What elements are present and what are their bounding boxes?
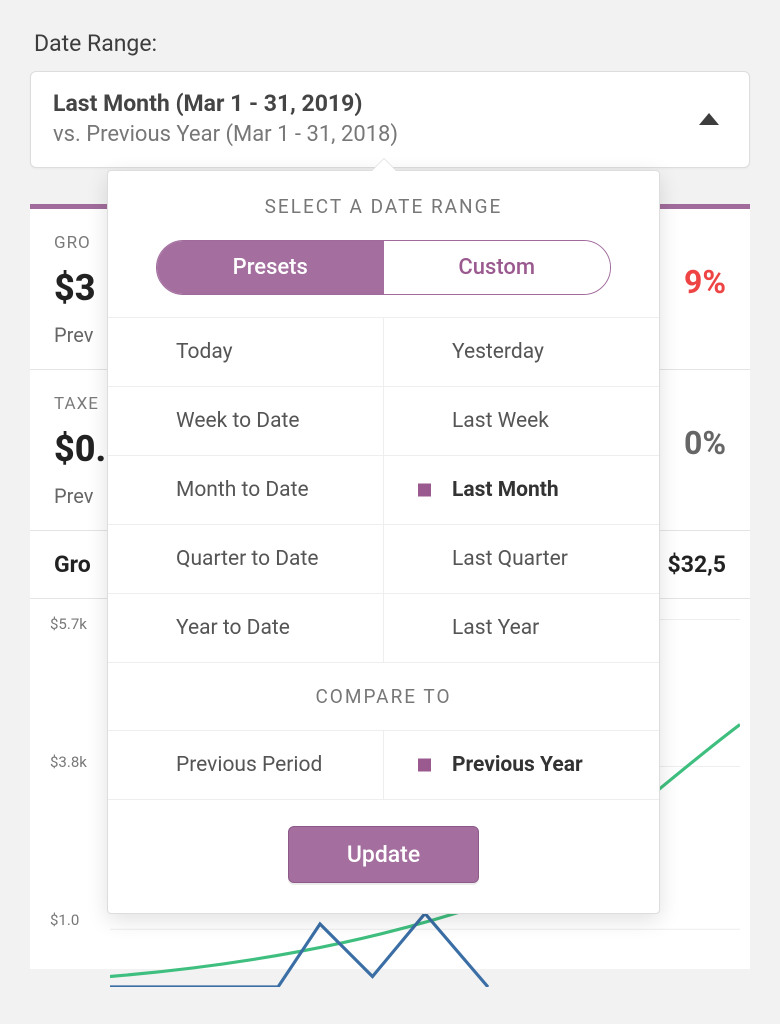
metric-percent: 0% [684, 424, 726, 462]
preset-today[interactable]: Today [108, 318, 384, 386]
chart-y-label: $1.0 [50, 911, 79, 929]
chart-y-label: $5.7k [50, 615, 87, 633]
gross-sales-value: $32,5 [668, 551, 726, 578]
tab-custom[interactable]: Custom [384, 241, 611, 294]
tab-presets[interactable]: Presets [157, 241, 384, 294]
preset-grid: Today Yesterday Week to Date Last Week M… [108, 317, 659, 663]
selected-indicator-icon [418, 484, 431, 497]
date-range-popover: SELECT A DATE RANGE Presets Custom Today… [107, 170, 660, 914]
preset-last-month-label: Last Month [452, 478, 559, 502]
preset-year-to-date[interactable]: Year to Date [108, 594, 384, 662]
preset-yesterday[interactable]: Yesterday [384, 318, 659, 386]
date-range-subtitle: vs. Previous Year (Mar 1 - 31, 2018) [53, 120, 398, 151]
compare-previous-year-label: Previous Year [452, 753, 583, 777]
caret-up-icon [699, 113, 719, 125]
date-range-selector[interactable]: Last Month (Mar 1 - 31, 2019) vs. Previo… [30, 71, 750, 168]
compare-previous-period[interactable]: Previous Period [108, 731, 384, 799]
preset-week-to-date[interactable]: Week to Date [108, 387, 384, 455]
preset-last-week[interactable]: Last Week [384, 387, 659, 455]
date-range-label: Date Range: [34, 30, 750, 57]
date-range-title: Last Month (Mar 1 - 31, 2019) [53, 88, 398, 120]
chart-y-label: $3.8k [50, 753, 87, 771]
compare-previous-year[interactable]: Previous Year [384, 731, 659, 799]
preset-last-quarter[interactable]: Last Quarter [384, 525, 659, 593]
preset-last-year[interactable]: Last Year [384, 594, 659, 662]
presets-custom-toggle: Presets Custom [156, 240, 611, 295]
metric-percent: 9% [684, 263, 726, 301]
preset-month-to-date[interactable]: Month to Date [108, 456, 384, 524]
preset-quarter-to-date[interactable]: Quarter to Date [108, 525, 384, 593]
selected-indicator-icon [418, 759, 431, 772]
compare-to-title: COMPARE TO [108, 663, 659, 730]
popover-title: SELECT A DATE RANGE [132, 195, 635, 218]
gross-sales-title: Gro [54, 551, 91, 578]
update-button[interactable]: Update [288, 826, 479, 883]
preset-last-month[interactable]: Last Month [384, 456, 659, 524]
